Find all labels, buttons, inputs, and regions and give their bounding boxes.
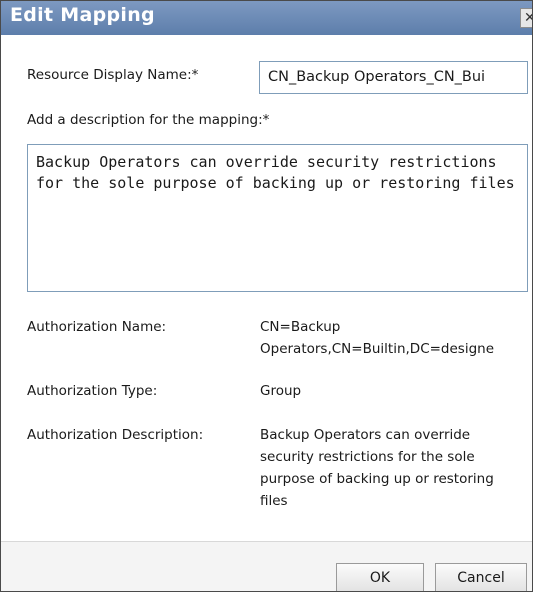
description-textarea[interactable]: Backup Operators can override security r… bbox=[27, 144, 528, 292]
cancel-button[interactable]: Cancel bbox=[435, 563, 527, 591]
authorization-description-value: Backup Operators can override security r… bbox=[260, 427, 494, 509]
ok-button[interactable]: OK bbox=[336, 563, 424, 591]
description-label: Add a description for the mapping:* bbox=[27, 112, 270, 128]
authorization-type-label: Authorization Type: bbox=[27, 383, 158, 399]
authorization-description-label: Authorization Description: bbox=[27, 427, 204, 443]
dialog-title: Edit Mapping bbox=[10, 4, 155, 26]
authorization-type-value: Group bbox=[260, 383, 302, 399]
resource-display-name-input[interactable]: CN_Backup Operators_CN_Bui bbox=[259, 61, 528, 94]
resource-display-name-label: Resource Display Name:* bbox=[27, 67, 199, 83]
authorization-name-value-line2: Operators,CN=Builtin,DC=designe bbox=[260, 341, 495, 357]
authorization-name-value-line1: CN=Backup bbox=[260, 319, 341, 335]
close-icon[interactable]: ✕ bbox=[520, 8, 532, 28]
edit-mapping-dialog: Edit Mapping ✕ Resource Display Name:* C… bbox=[0, 0, 533, 592]
dialog-footer: OK Cancel bbox=[1, 541, 532, 591]
dialog-titlebar: Edit Mapping ✕ bbox=[1, 1, 532, 35]
authorization-name-label: Authorization Name: bbox=[27, 319, 167, 335]
